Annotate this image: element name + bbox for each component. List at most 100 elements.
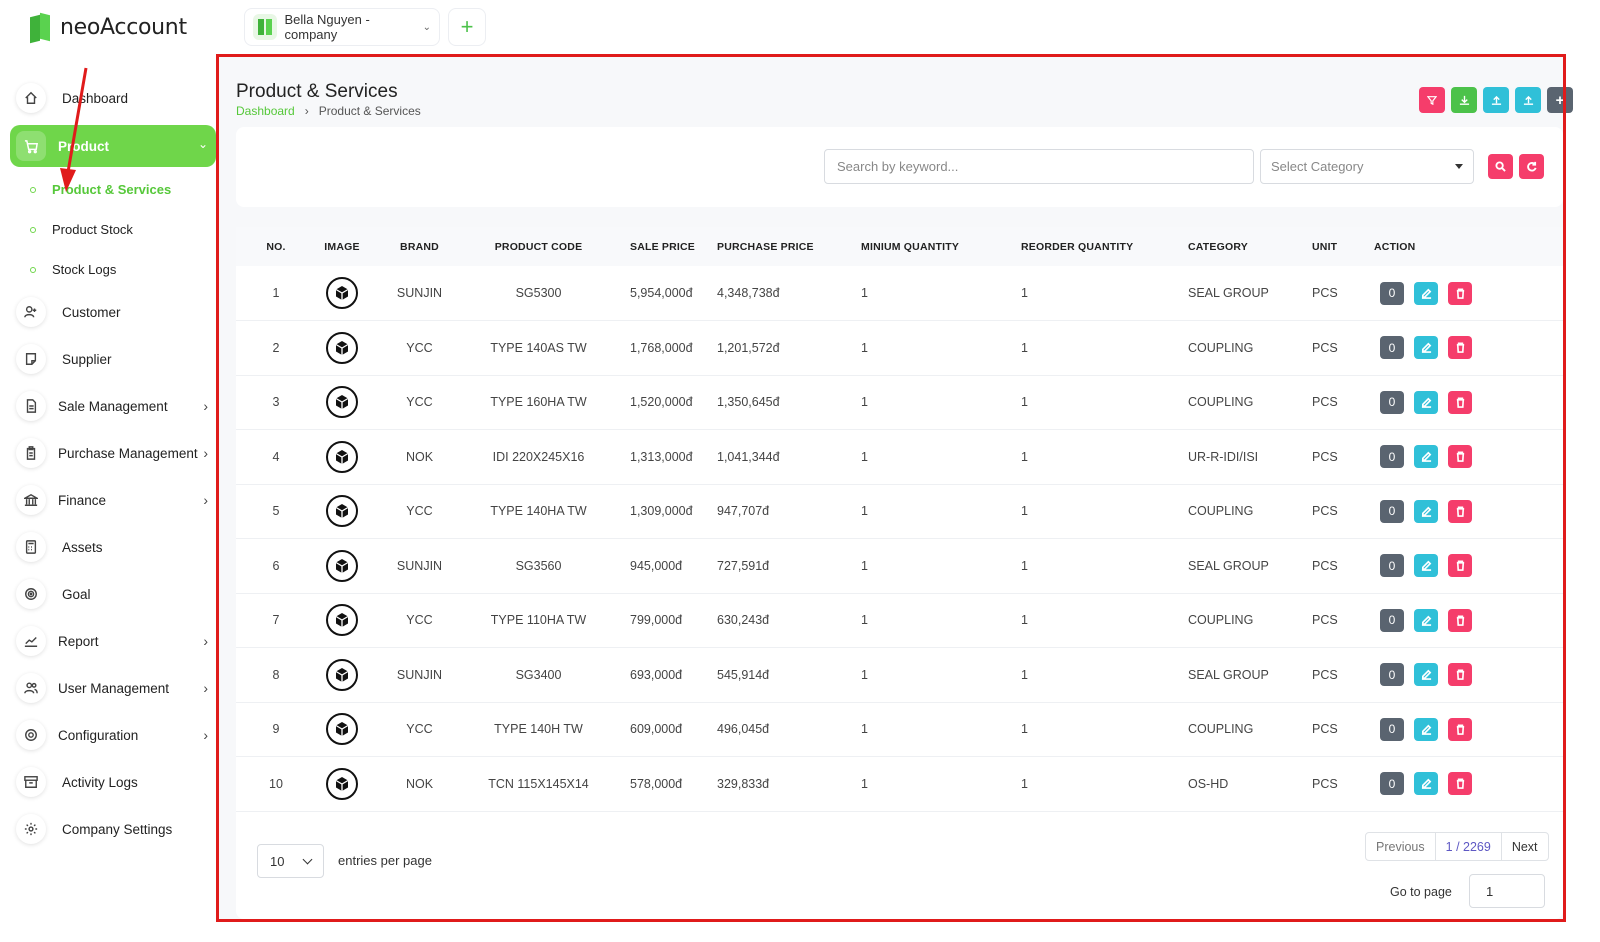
document-icon xyxy=(16,391,46,421)
product-image-icon[interactable] xyxy=(326,440,358,473)
go-to-page-input[interactable] xyxy=(1469,874,1545,908)
cell-purchase-price: 1,350,645đ xyxy=(717,395,780,410)
sidebar-item-supplier[interactable]: Supplier xyxy=(16,341,216,377)
sidebar-item-finance[interactable]: Finance › xyxy=(16,482,216,518)
cell-category: COUPLING xyxy=(1188,340,1254,355)
delete-button[interactable] xyxy=(1448,445,1472,469)
product-image-icon[interactable] xyxy=(326,604,358,637)
table-row: 8 SUNJIN SG3400 693,000đ 545,914đ 1 1 SEAL GROU… xyxy=(236,648,1563,702)
filter-button[interactable] xyxy=(1419,87,1445,113)
sidebar-item-company-settings[interactable]: Company Settings xyxy=(16,811,216,847)
cell-min-quantity: 1 xyxy=(861,722,868,737)
delete-button[interactable] xyxy=(1448,772,1472,796)
chevron-right-icon: › xyxy=(203,398,208,414)
delete-button[interactable] xyxy=(1448,608,1472,632)
cell-reorder-quantity: 1 xyxy=(1021,776,1028,791)
cell-reorder-quantity: 1 xyxy=(1021,286,1028,300)
edit-button[interactable] xyxy=(1414,445,1438,469)
product-table: NO. IMAGE BRAND PRODUCT CODE SALE PRICE … xyxy=(236,227,1563,812)
breadcrumb-current: Product & Services xyxy=(318,104,421,118)
product-image-icon[interactable] xyxy=(326,331,358,364)
stock-count-button[interactable]: 0 xyxy=(1380,772,1404,796)
stock-count-button[interactable]: 0 xyxy=(1380,281,1404,305)
sidebar-item-configuration[interactable]: Configuration › xyxy=(16,717,216,753)
stock-count-button[interactable]: 0 xyxy=(1380,717,1404,741)
breadcrumb-dashboard-link[interactable]: Dashboard xyxy=(236,104,295,118)
table-row: 7 YCC TYPE 110HA TW 799,000đ 630,243đ 1 1 COUPL… xyxy=(236,593,1563,648)
search-button[interactable] xyxy=(1488,154,1513,179)
sidebar-item-report[interactable]: Report › xyxy=(16,623,216,659)
edit-button[interactable] xyxy=(1414,336,1438,360)
sidebar-item-purchase-management[interactable]: Purchase Management › xyxy=(16,435,216,471)
product-image-icon[interactable] xyxy=(326,658,358,691)
edit-button[interactable] xyxy=(1414,663,1438,687)
delete-button[interactable] xyxy=(1448,281,1472,305)
entries-per-page-select[interactable]: 10 xyxy=(257,844,324,878)
search-icon xyxy=(1495,161,1506,172)
sidebar-item-user-management[interactable]: User Management › xyxy=(16,670,216,706)
edit-button[interactable] xyxy=(1414,281,1438,305)
stock-count-button[interactable]: 0 xyxy=(1380,608,1404,632)
search-input[interactable] xyxy=(824,149,1254,184)
sidebar-subitem-stock-logs[interactable]: Stock Logs xyxy=(30,262,116,277)
stock-count-button[interactable]: 0 xyxy=(1380,390,1404,414)
product-image-icon[interactable] xyxy=(326,386,358,419)
stock-count-button[interactable]: 0 xyxy=(1380,445,1404,469)
cell-purchase-price: 4,348,738đ xyxy=(717,286,780,300)
cell-purchase-price: 1,041,344đ xyxy=(717,449,780,464)
sidebar-subitem-product-stock[interactable]: Product Stock xyxy=(30,222,133,237)
stock-count-button[interactable]: 0 xyxy=(1380,499,1404,523)
edit-button[interactable] xyxy=(1414,499,1438,523)
add-product-button[interactable]: + xyxy=(1547,87,1573,113)
delete-button[interactable] xyxy=(1448,499,1472,523)
cell-unit: PCS xyxy=(1312,286,1338,300)
export-button[interactable] xyxy=(1451,87,1477,113)
caret-down-icon xyxy=(1455,164,1463,169)
stock-count-button[interactable]: 0 xyxy=(1380,554,1404,578)
product-image-icon[interactable] xyxy=(326,767,358,800)
import-stock-button[interactable] xyxy=(1515,87,1541,113)
edit-icon xyxy=(1421,451,1431,463)
delete-button[interactable] xyxy=(1448,717,1472,741)
sidebar-item-customer[interactable]: Customer xyxy=(16,294,216,330)
product-image-icon[interactable] xyxy=(326,549,358,582)
cell-unit: PCS xyxy=(1312,504,1338,519)
cell-min-quantity: 1 xyxy=(861,558,868,573)
edit-button[interactable] xyxy=(1414,554,1438,578)
edit-button[interactable] xyxy=(1414,772,1438,796)
product-image-icon[interactable] xyxy=(326,495,358,528)
edit-button[interactable] xyxy=(1414,390,1438,414)
sidebar-item-activity-logs[interactable]: Activity Logs xyxy=(16,764,216,800)
import-button[interactable] xyxy=(1483,87,1509,113)
cell-unit: PCS xyxy=(1312,613,1338,628)
previous-page-button[interactable]: Previous xyxy=(1366,833,1436,860)
cell-image xyxy=(316,539,368,594)
edit-button[interactable] xyxy=(1414,717,1438,741)
sidebar-item-assets[interactable]: Assets xyxy=(16,529,216,565)
delete-button[interactable] xyxy=(1448,663,1472,687)
sidebar-item-sale-management[interactable]: Sale Management › xyxy=(16,388,216,424)
stock-count-button[interactable]: 0 xyxy=(1380,663,1404,687)
product-image-icon[interactable] xyxy=(326,277,358,309)
cell-min-quantity: 1 xyxy=(861,504,868,519)
cell-product-code: IDI 220X245X16 xyxy=(492,449,585,464)
edit-icon xyxy=(1421,288,1431,299)
next-page-button[interactable]: Next xyxy=(1502,833,1548,860)
delete-button[interactable] xyxy=(1448,554,1472,578)
plus-icon: + xyxy=(1555,91,1565,109)
delete-button[interactable] xyxy=(1448,336,1472,360)
stock-count-button[interactable]: 0 xyxy=(1380,336,1404,360)
company-selector[interactable]: Bella Nguyen - company ⌄ xyxy=(244,8,440,46)
sidebar-item-goal[interactable]: Goal xyxy=(16,576,216,612)
col-image: IMAGE xyxy=(324,240,360,253)
add-company-button[interactable]: + xyxy=(448,8,486,46)
edit-button[interactable] xyxy=(1414,608,1438,632)
product-image-icon[interactable] xyxy=(326,713,358,746)
chevron-right-icon: › xyxy=(203,680,208,696)
trash-icon xyxy=(1456,342,1464,354)
cell-category: COUPLING xyxy=(1188,613,1254,628)
reset-button[interactable] xyxy=(1519,154,1544,179)
delete-button[interactable] xyxy=(1448,390,1472,414)
filter-icon xyxy=(1427,96,1437,105)
category-select[interactable]: Select Category xyxy=(1260,149,1474,184)
